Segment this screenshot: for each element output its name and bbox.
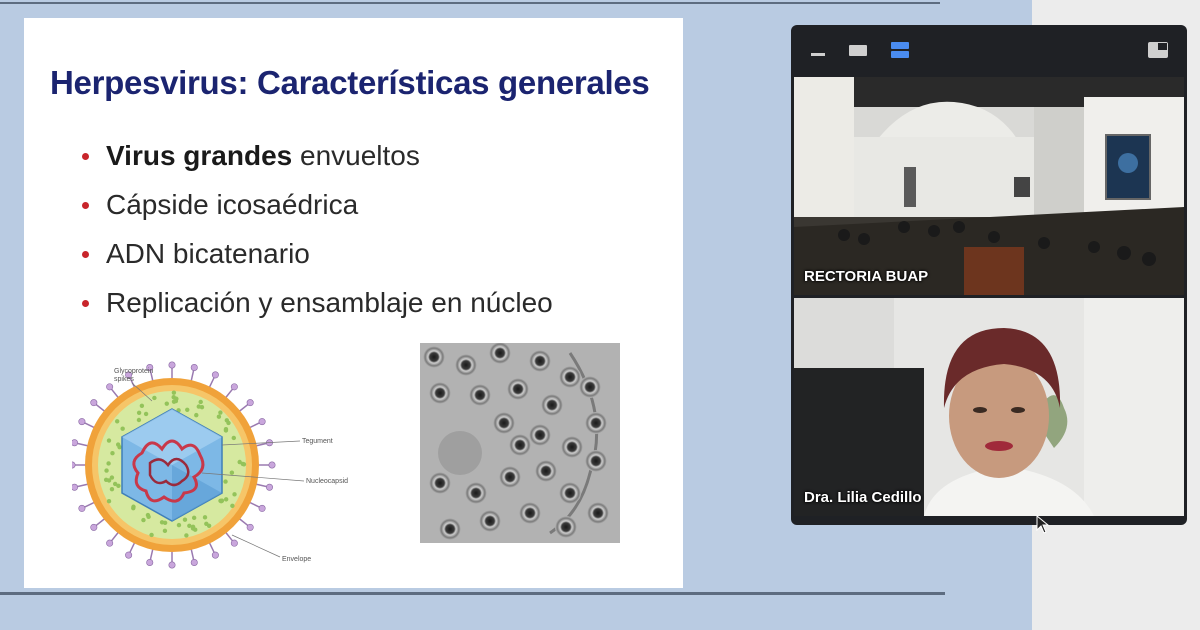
mouse-cursor-icon xyxy=(1036,515,1052,535)
bullet-dot-icon xyxy=(82,251,89,258)
divider-top xyxy=(0,2,940,4)
minimize-button[interactable] xyxy=(805,39,831,61)
participant-video-tile[interactable]: RECTORIA BUAP xyxy=(794,77,1184,295)
speaker-view-icon xyxy=(890,40,910,60)
minimize-icon xyxy=(809,41,827,59)
slide-bullet: Virus grandes envueltos xyxy=(82,140,553,189)
slide-bullet: ADN bicatenario xyxy=(82,238,553,287)
auditorium-video-frame xyxy=(794,77,1184,295)
video-conference-panel: RECTORIA BUAP Dra. Lilia Cedillo xyxy=(791,25,1187,525)
label-nucleocapsid: Nucleocapsid xyxy=(306,478,348,485)
speaker-view-button[interactable] xyxy=(887,39,913,61)
slide-bullet: Cápside icosaédrica xyxy=(82,189,553,238)
single-view-icon xyxy=(848,41,868,59)
exit-pip-icon xyxy=(1147,40,1169,60)
participant-video-tile[interactable]: Dra. Lilia Cedillo xyxy=(794,298,1184,516)
shared-slide: Herpesvirus: Características generales V… xyxy=(24,18,683,588)
divider-bottom xyxy=(0,592,945,595)
slide-bullet: Replicación y ensamblaje en núcleo xyxy=(82,287,553,336)
bullet-dot-icon xyxy=(82,202,89,209)
video-panel-toolbar xyxy=(791,25,1187,75)
bullet-dot-icon xyxy=(82,300,89,307)
label-envelope: Envelope xyxy=(282,556,311,563)
participant-name: Dra. Lilia Cedillo xyxy=(804,489,922,506)
label-tegument: Tegument xyxy=(302,438,333,445)
slide-bullet-list: Virus grandes envueltos Cápside icosaédr… xyxy=(82,140,553,336)
participant-name: RECTORIA BUAP xyxy=(804,268,928,285)
electron-micrograph-image xyxy=(420,343,620,543)
slide-title: Herpesvirus: Características generales xyxy=(50,64,649,102)
label-glycoprotein: Glycoprotein xyxy=(114,368,153,375)
bullet-dot-icon xyxy=(82,153,89,160)
single-view-button[interactable] xyxy=(845,39,871,61)
exit-pip-button[interactable] xyxy=(1145,39,1171,61)
herpesvirus-diagram: Glycoprotein spikes Tegument Nucleocapsi… xyxy=(72,343,362,583)
speaker-video-frame xyxy=(794,298,1184,516)
label-spikes: spikes xyxy=(114,376,134,383)
